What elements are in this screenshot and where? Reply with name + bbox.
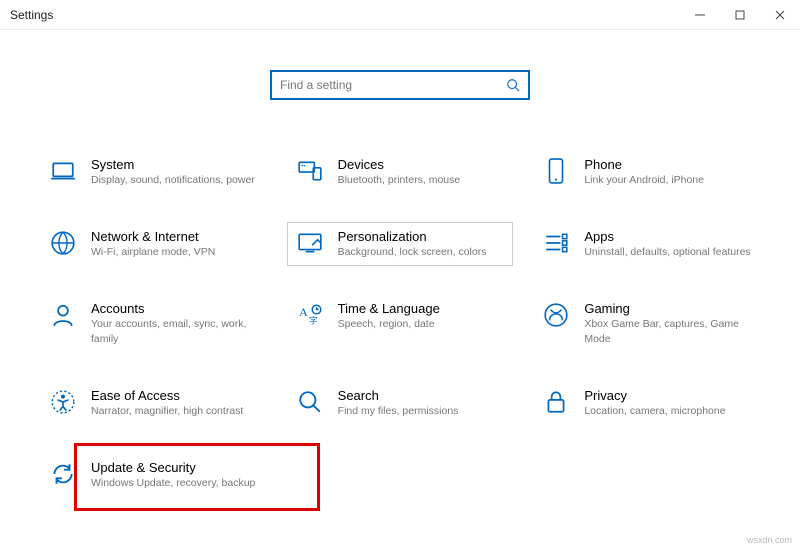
tile-title: Ease of Access (91, 388, 243, 403)
search-tile-icon (296, 388, 324, 416)
tile-title: Phone (584, 157, 704, 172)
window-controls (680, 0, 800, 30)
tile-title: Personalization (338, 229, 487, 244)
tile-desc: Display, sound, notifications, power (91, 173, 255, 187)
tile-title: Apps (584, 229, 750, 244)
tile-desc: Xbox Game Bar, captures, Game Mode (584, 317, 751, 345)
tile-title: System (91, 157, 255, 172)
tile-time-language[interactable]: A字 Time & LanguageSpeech, region, date (287, 294, 514, 352)
watermark: wsxdn.com (747, 535, 792, 545)
tile-devices[interactable]: DevicesBluetooth, printers, mouse (287, 150, 514, 194)
network-icon (49, 229, 77, 257)
tile-title: Accounts (91, 301, 258, 316)
tile-title: Update & Security (91, 460, 255, 475)
tile-desc: Background, lock screen, colors (338, 245, 487, 259)
tile-title: Network & Internet (91, 229, 215, 244)
apps-icon (542, 229, 570, 257)
tile-desc: Location, camera, microphone (584, 404, 725, 418)
window-title: Settings (10, 8, 53, 22)
tile-desc: Link your Android, iPhone (584, 173, 704, 187)
maximize-button[interactable] (720, 0, 760, 30)
tile-title: Time & Language (338, 301, 440, 316)
time-icon: A字 (296, 301, 324, 329)
search-box[interactable] (270, 70, 530, 100)
tile-desc: Uninstall, defaults, optional features (584, 245, 750, 259)
tile-privacy[interactable]: PrivacyLocation, camera, microphone (533, 381, 760, 425)
tile-desc: Speech, region, date (338, 317, 440, 331)
accounts-icon (49, 301, 77, 329)
tile-gaming[interactable]: GamingXbox Game Bar, captures, Game Mode (533, 294, 760, 352)
ease-icon (49, 388, 77, 416)
update-icon (49, 460, 77, 488)
svg-text:A: A (299, 305, 308, 319)
minimize-button[interactable] (680, 0, 720, 30)
tile-title: Gaming (584, 301, 751, 316)
tile-apps[interactable]: AppsUninstall, defaults, optional featur… (533, 222, 760, 266)
phone-icon (542, 157, 570, 185)
tile-system[interactable]: SystemDisplay, sound, notifications, pow… (40, 150, 267, 194)
personalization-icon (296, 229, 324, 257)
content: SystemDisplay, sound, notifications, pow… (0, 30, 800, 497)
tile-desc: Find my files, permissions (338, 404, 459, 418)
tile-search[interactable]: SearchFind my files, permissions (287, 381, 514, 425)
tile-phone[interactable]: PhoneLink your Android, iPhone (533, 150, 760, 194)
privacy-icon (542, 388, 570, 416)
tile-desc: Wi-Fi, airplane mode, VPN (91, 245, 215, 259)
close-button[interactable] (760, 0, 800, 30)
gaming-icon (542, 301, 570, 329)
tile-network[interactable]: Network & InternetWi-Fi, airplane mode, … (40, 222, 267, 266)
tile-personalization[interactable]: PersonalizationBackground, lock screen, … (287, 222, 514, 266)
tile-title: Search (338, 388, 459, 403)
tile-ease-of-access[interactable]: Ease of AccessNarrator, magnifier, high … (40, 381, 267, 425)
titlebar: Settings (0, 0, 800, 30)
search-input[interactable] (280, 78, 506, 92)
svg-text:字: 字 (309, 315, 318, 326)
tile-desc: Your accounts, email, sync, work, family (91, 317, 258, 345)
devices-icon (296, 157, 324, 185)
tile-title: Privacy (584, 388, 725, 403)
tile-desc: Windows Update, recovery, backup (91, 476, 255, 490)
settings-grid: SystemDisplay, sound, notifications, pow… (40, 150, 760, 497)
system-icon (49, 157, 77, 185)
tile-desc: Narrator, magnifier, high contrast (91, 404, 243, 418)
tile-desc: Bluetooth, printers, mouse (338, 173, 461, 187)
tile-update-security[interactable]: Update & SecurityWindows Update, recover… (40, 453, 267, 497)
search-icon (506, 78, 520, 92)
tile-title: Devices (338, 157, 461, 172)
tile-accounts[interactable]: AccountsYour accounts, email, sync, work… (40, 294, 267, 352)
